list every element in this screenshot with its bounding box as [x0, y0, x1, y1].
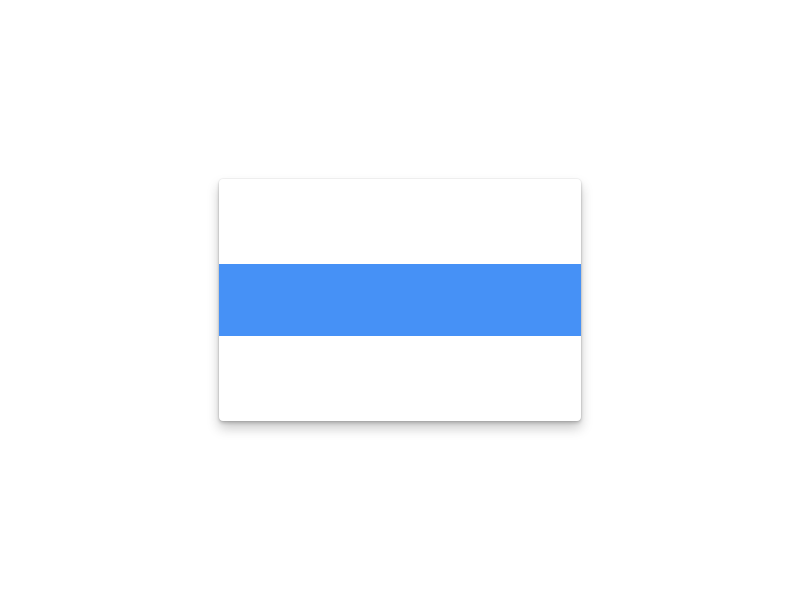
page-canvas — [0, 0, 800, 600]
highlight-band — [219, 264, 581, 336]
card — [219, 179, 581, 421]
